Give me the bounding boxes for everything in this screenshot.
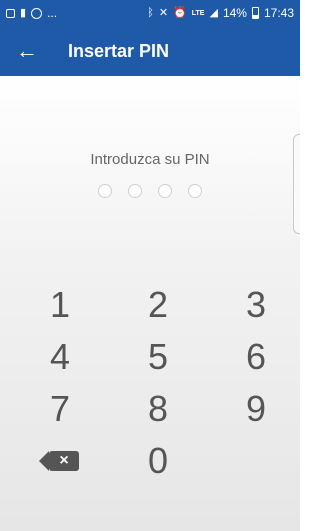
pin-entry-area: Introduzca su PIN 1 2 3 4 5 6 7 8 9 × 0: [0, 76, 300, 531]
notification-icon: ▮: [20, 6, 27, 19]
pin-dot: [188, 184, 202, 198]
pin-dot: [158, 184, 172, 198]
key-6[interactable]: 6: [207, 336, 305, 377]
page-title: Insertar PIN: [68, 40, 170, 61]
account-circle-icon: [31, 7, 43, 19]
mute-icon: ✕: [158, 6, 169, 19]
pin-dot: [128, 184, 142, 198]
backspace-x: ×: [59, 452, 69, 469]
bluetooth-icon: ᛒ: [147, 6, 154, 19]
arrow-left-icon: ←: [16, 38, 38, 63]
status-bar-left: ▮ ...: [6, 6, 57, 20]
network-type: LTE: [191, 9, 205, 17]
key-2[interactable]: 2: [109, 284, 207, 325]
keypad: 1 2 3 4 5 6 7 8 9 × 0: [11, 284, 305, 481]
pin-prompt: Introduzca su PIN: [90, 151, 210, 168]
delete-button[interactable]: ×: [11, 442, 109, 480]
battery-percent: 14%: [222, 6, 247, 20]
pin-dots: [0, 184, 300, 198]
back-button[interactable]: ←: [0, 26, 54, 76]
key-1[interactable]: 1: [11, 284, 109, 325]
status-bar-right: ᛒ ✕ ⏰ LTE ◢ 14% 17:43: [147, 6, 294, 20]
app-bar: ← Insertar PIN: [0, 26, 300, 76]
pin-dot: [98, 184, 112, 198]
key-4[interactable]: 4: [11, 336, 109, 377]
key-9[interactable]: 9: [207, 388, 305, 429]
backspace-icon: ×: [39, 451, 79, 471]
key-8[interactable]: 8: [109, 388, 207, 429]
key-0[interactable]: 0: [109, 440, 207, 481]
gallery-icon: [6, 8, 15, 18]
key-3[interactable]: 3: [207, 284, 305, 325]
battery-icon: [251, 7, 259, 19]
status-bar: ▮ ... ᛒ ✕ ⏰ LTE ◢ 14% 17:43: [0, 0, 300, 26]
status-more-dots: ...: [47, 6, 58, 20]
key-7[interactable]: 7: [11, 388, 109, 429]
alarm-icon: ⏰: [173, 6, 187, 19]
key-empty: [207, 442, 305, 480]
clock: 17:43: [263, 6, 294, 20]
key-5[interactable]: 5: [109, 336, 207, 377]
signal-icon: ◢: [209, 6, 218, 19]
